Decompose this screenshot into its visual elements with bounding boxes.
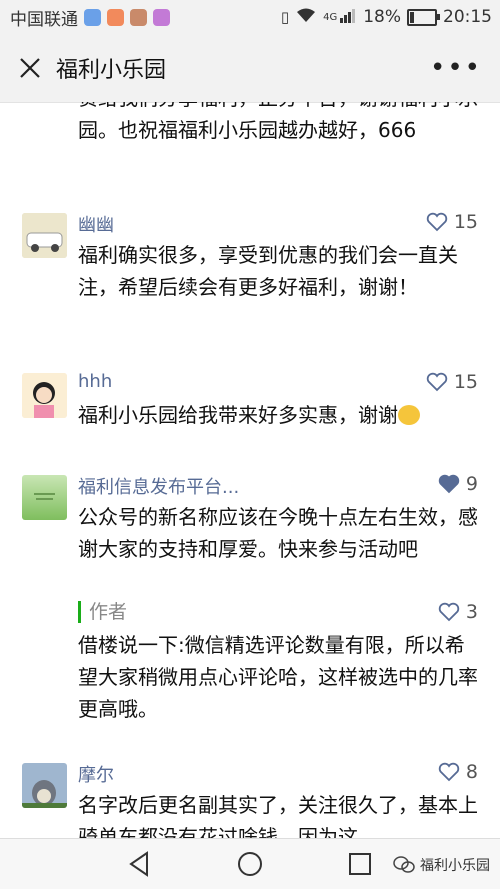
heart-filled-icon [438,474,460,494]
comment-author[interactable]: hhh [78,371,112,392]
system-nav-bar: 福利小乐园 [0,838,500,889]
like-button[interactable]: 15 [426,211,478,233]
close-icon[interactable] [10,48,50,88]
like-button[interactable]: 9 [438,473,478,495]
network-type: 4G [323,11,338,23]
vibrate-icon: ▯ [280,8,290,26]
title-bar: 福利小乐园 ••• [0,34,500,103]
heart-icon [426,212,447,232]
wechat-icon [393,856,415,873]
avatar[interactable] [22,763,67,808]
reply-like-button[interactable]: 3 [438,601,478,623]
heart-icon [438,762,460,782]
like-button[interactable]: 15 [426,371,478,393]
location-app-icon [84,8,101,26]
comment-text: 福利小乐园给我带来好多实惠，谢谢 [78,399,478,431]
like-count: 3 [465,601,478,623]
comment-text: 名字改后更名副其实了，关注很久了，基本上骑单车都没有花过啥钱，因为这 [78,793,478,838]
photo-app-icon [130,8,147,26]
comment-text: 福利确实很多，享受到优惠的我们会一直关注，希望后续会有更多好福利，谢谢！ [78,243,458,299]
watermark: 福利小乐园 [393,855,490,875]
more-icon[interactable]: ••• [430,53,482,83]
avatar[interactable] [22,373,67,418]
battery-percent: 18% [363,7,401,27]
author-reply-text: 借楼说一下:微信精选评论数量有限，所以希望大家稍微用点心评论哈，这样被选中的几率… [78,633,478,721]
like-count: 9 [465,473,478,495]
like-count: 15 [453,211,478,233]
signal-icon [339,7,357,28]
avatar[interactable] [22,475,67,520]
gallery-app-icon [153,8,170,26]
like-count: 8 [465,761,478,783]
heart-icon [438,602,460,622]
comment-author[interactable]: 摩尔 [78,761,114,787]
battery-icon [407,8,440,26]
back-icon[interactable] [127,851,151,881]
heart-app-icon [107,8,124,26]
comment-list[interactable]: 赞给我们分享福利，正分平台，谢谢福利小乐园。也祝福福利小乐园越办越好，666 幽… [0,102,500,838]
comment-author[interactable]: 幽幽 [78,211,114,237]
battery-level [410,11,414,23]
comment-text-content: 福利小乐园给我带来好多实惠，谢谢 [78,403,398,427]
comment-author[interactable]: 福利信息发布平台... [78,473,239,499]
like-count: 15 [453,371,478,393]
home-icon[interactable] [237,851,263,881]
page-title: 福利小乐园 [56,58,167,83]
carrier-label: 中国联通 [10,9,78,30]
comment-text: 公众号的新名称应该在今晚十点左右生效，感谢大家的支持和厚爱。快来参与活动吧 [78,505,478,561]
grin-emoji-icon [398,405,420,425]
recent-apps-icon[interactable] [348,852,372,880]
clock: 20:15 [443,7,492,27]
wifi-icon [295,7,317,28]
status-bar: 中国联通 ▯ 4G 18% 20:15 [0,0,500,34]
comment-text: 赞给我们分享福利，正分平台，谢谢福利小乐园。也祝福福利小乐园越办越好，666 [78,102,478,142]
author-reply-label: 作者 [78,601,127,623]
avatar[interactable] [22,213,67,258]
like-button[interactable]: 8 [438,761,478,783]
watermark-text: 福利小乐园 [420,858,490,874]
heart-icon [426,372,447,392]
